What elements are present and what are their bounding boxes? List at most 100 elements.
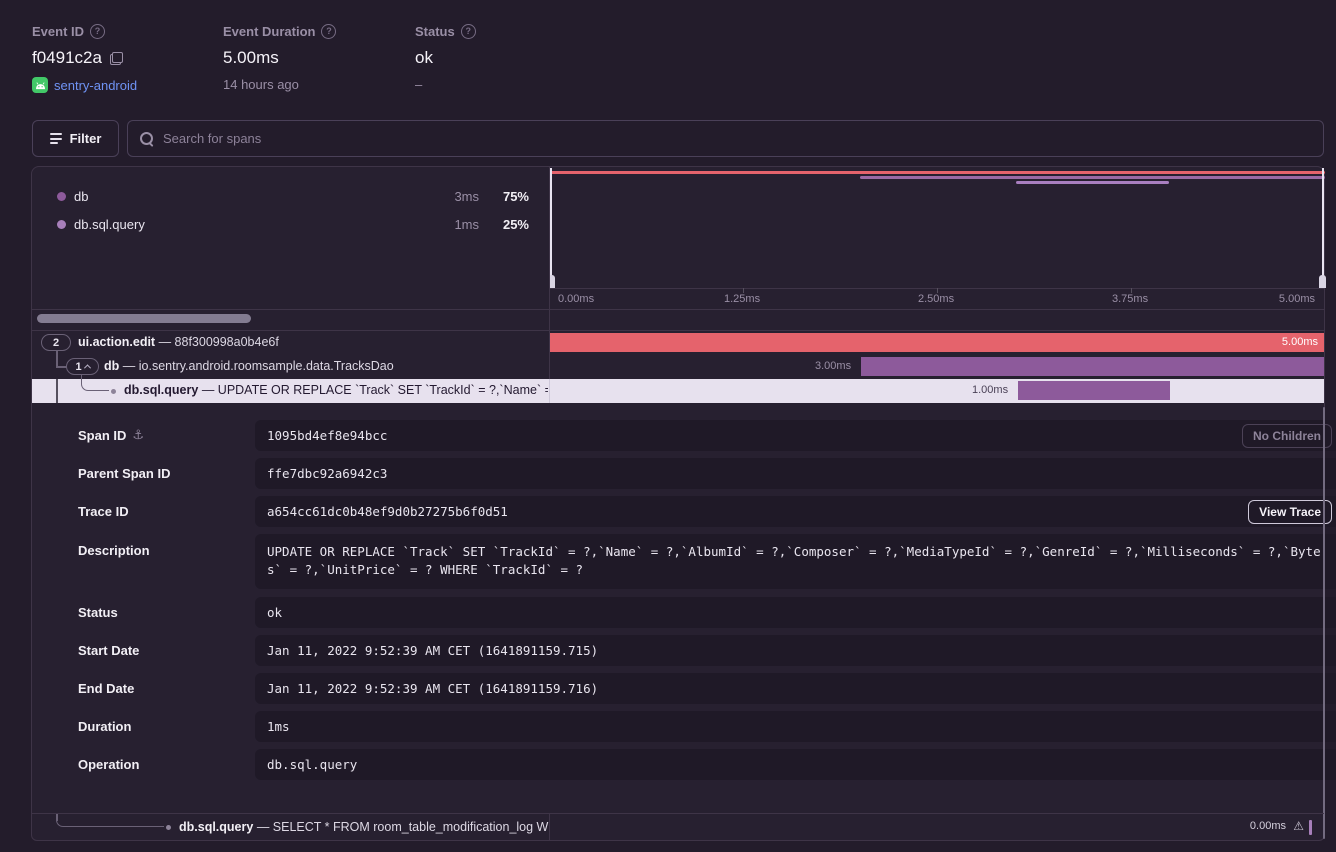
duration-field[interactable]: 1ms xyxy=(255,711,1336,742)
span-search[interactable] xyxy=(127,120,1324,157)
parent-span-id-value: ffe7dbc92a6942c3 xyxy=(267,466,387,481)
status-field-value: ok xyxy=(267,605,282,620)
axis-tick-2: 2.50ms xyxy=(918,293,954,305)
filter-button[interactable]: Filter xyxy=(32,120,119,157)
operation-field[interactable]: db.sql.query xyxy=(255,749,1336,780)
event-duration-block: Event Duration ? 5.00ms 14 hours ago xyxy=(223,24,336,92)
details-vertical-scrollbar[interactable] xyxy=(1323,407,1325,839)
axis-tick-0: 0.00ms xyxy=(558,293,594,305)
minimap-right-grip[interactable] xyxy=(1319,275,1326,288)
help-icon[interactable]: ? xyxy=(321,24,336,39)
status-label: Status xyxy=(415,24,455,39)
span-desc: — UPDATE OR REPLACE `Track` SET `TrackId… xyxy=(202,383,548,397)
legend-item-db-sql-query[interactable]: db.sql.query 1ms 25% xyxy=(32,213,549,235)
status-field[interactable]: ok xyxy=(255,597,1336,628)
chevron-up-icon xyxy=(84,364,91,371)
operation-field-label: Operation xyxy=(78,757,139,772)
event-id-value: f0491c2a xyxy=(32,48,102,68)
span-bar-purple[interactable] xyxy=(861,357,1324,376)
event-id-label: Event ID xyxy=(32,24,84,39)
span-id-label: Span ID xyxy=(78,428,126,443)
status-field-label: Status xyxy=(78,605,118,620)
span-desc: — SELECT * FROM room_table_modification_… xyxy=(257,820,549,834)
start-date-field[interactable]: Jan 11, 2022 9:52:39 AM CET (1641891159.… xyxy=(255,635,1336,666)
help-icon[interactable]: ? xyxy=(461,24,476,39)
span-id-value: 1095bd4ef8e94bcc xyxy=(267,428,387,443)
minimap-span-line-red xyxy=(550,171,1325,174)
span-children-count-pill[interactable]: 2 xyxy=(41,334,71,351)
search-icon xyxy=(140,132,154,146)
parent-span-id-label: Parent Span ID xyxy=(78,466,170,481)
end-date-label: End Date xyxy=(78,681,134,696)
legend-op-duration: 3ms xyxy=(454,189,479,204)
op-color-dot xyxy=(57,220,66,229)
span-bar-purple[interactable] xyxy=(1018,381,1170,400)
end-date-value: Jan 11, 2022 9:52:39 AM CET (1641891159.… xyxy=(267,681,598,696)
span-bar-red[interactable] xyxy=(550,333,1324,352)
trace-id-label: Trace ID xyxy=(78,504,129,519)
span-id-field[interactable]: 1095bd4ef8e94bcc No Children xyxy=(255,420,1336,451)
legend-op-duration: 1ms xyxy=(454,217,479,232)
axis-tick-3: 3.75ms xyxy=(1112,293,1148,305)
span-row-ui-action-edit[interactable]: 2 ui.action.edit — 88f300998a0b4e6f 5.00… xyxy=(32,331,1324,355)
event-duration-label: Event Duration xyxy=(223,24,315,39)
timeline-minimap[interactable] xyxy=(549,167,1326,288)
anchor-icon[interactable]: ⚓ xyxy=(132,428,144,443)
description-value: UPDATE OR REPLACE `Track` SET `TrackId` … xyxy=(267,543,1328,579)
span-op: db xyxy=(104,359,119,373)
span-desc: — io.sentry.android.roomsample.data.Trac… xyxy=(123,359,394,373)
span-bar-duration: 3.00ms xyxy=(815,360,851,372)
operation-field-value: db.sql.query xyxy=(267,757,357,772)
span-row-db-sql-query-selected[interactable]: db.sql.query — UPDATE OR REPLACE `Track`… xyxy=(32,379,1324,403)
legend-op-name: db xyxy=(74,189,88,204)
status-block: Status ? ok – xyxy=(415,24,476,92)
trace-waterfall-panel: db 3ms 75% db.sql.query 1ms 25% 0.00ms 1… xyxy=(31,166,1325,841)
span-desc: — 88f300998a0b4e6f xyxy=(159,335,279,349)
warning-icon: ⚠ xyxy=(1293,819,1304,833)
span-children-count-pill[interactable]: 1 xyxy=(66,358,99,375)
span-op: db.sql.query xyxy=(179,820,253,834)
status-value: ok xyxy=(415,48,433,68)
span-detail-page: Event ID ? f0491c2a sentry-android Event… xyxy=(0,0,1336,852)
view-trace-button[interactable]: View Trace xyxy=(1248,500,1332,524)
axis-tick-1: 1.25ms xyxy=(724,293,760,305)
span-row-db-sql-query-sibling[interactable]: db.sql.query — SELECT * FROM room_table_… xyxy=(32,814,1324,840)
span-row-db[interactable]: 1 db — io.sentry.android.roomsample.data… xyxy=(32,355,1324,379)
description-field[interactable]: UPDATE OR REPLACE `Track` SET `TrackId` … xyxy=(255,534,1336,589)
children-count: 2 xyxy=(53,337,59,349)
axis-tick-4: 5.00ms xyxy=(1279,293,1315,305)
copy-icon[interactable] xyxy=(110,52,123,65)
event-id-block: Event ID ? f0491c2a sentry-android xyxy=(32,24,137,93)
legend-op-percent: 25% xyxy=(503,217,529,232)
duration-field-label: Duration xyxy=(78,719,131,734)
no-children-badge: No Children xyxy=(1242,424,1332,448)
search-input[interactable] xyxy=(163,131,1311,146)
minimap-left-handle[interactable] xyxy=(550,168,552,278)
op-color-dot xyxy=(57,192,66,201)
filter-icon xyxy=(50,133,62,144)
minimap-span-line-purple xyxy=(860,176,1325,179)
event-age: 14 hours ago xyxy=(223,77,299,92)
minimap-span-line-purple-light xyxy=(1016,181,1169,184)
end-date-field[interactable]: Jan 11, 2022 9:52:39 AM CET (1641891159.… xyxy=(255,673,1336,704)
children-count: 1 xyxy=(75,361,81,373)
tree-leaf-dot xyxy=(166,825,171,830)
legend-op-name: db.sql.query xyxy=(74,217,145,232)
trace-id-field[interactable]: a654cc61dc0b48ef9d0b27275b6f0d51 View Tr… xyxy=(255,496,1336,527)
minimap-right-handle[interactable] xyxy=(1322,168,1324,278)
legend-item-db[interactable]: db 3ms 75% xyxy=(32,185,549,207)
project-link[interactable]: sentry-android xyxy=(54,78,137,93)
parent-span-id-field[interactable]: ffe7dbc92a6942c3 xyxy=(255,458,1336,489)
event-duration-value: 5.00ms xyxy=(223,48,279,68)
description-label: Description xyxy=(78,543,150,558)
span-bar-duration: 0.00ms xyxy=(1250,820,1286,832)
trace-id-value: a654cc61dc0b48ef9d0b27275b6f0d51 xyxy=(267,504,508,519)
start-date-value: Jan 11, 2022 9:52:39 AM CET (1641891159.… xyxy=(267,643,598,658)
tree-leaf-dot xyxy=(111,389,116,394)
span-op: ui.action.edit xyxy=(78,335,155,349)
tree-horizontal-scrollbar[interactable] xyxy=(37,314,251,323)
start-date-label: Start Date xyxy=(78,643,139,658)
android-icon xyxy=(32,77,48,93)
duration-field-value: 1ms xyxy=(267,719,290,734)
help-icon[interactable]: ? xyxy=(90,24,105,39)
